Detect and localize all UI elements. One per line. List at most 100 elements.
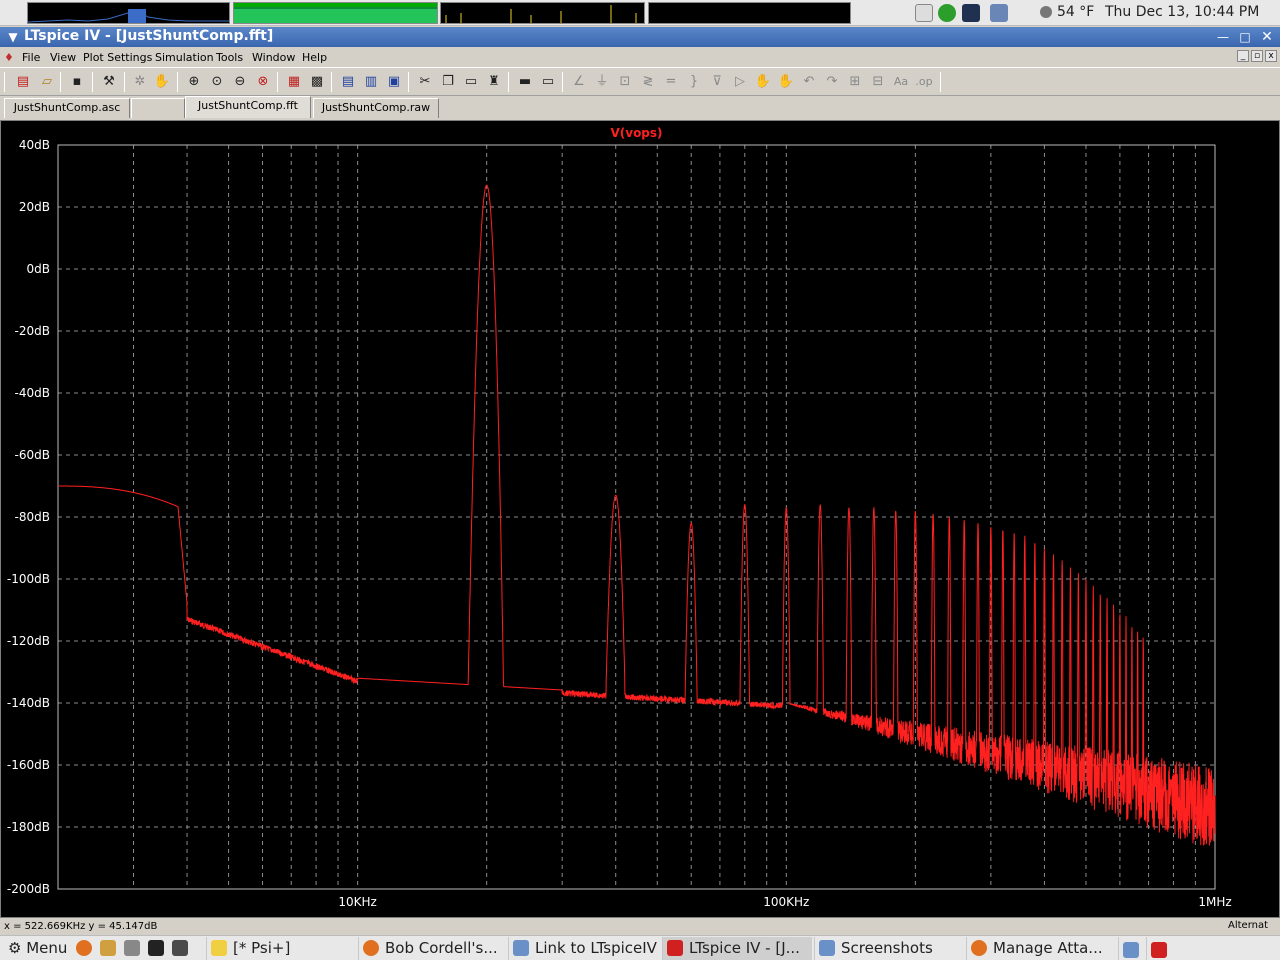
menu-view[interactable]: View: [50, 51, 76, 64]
network-icon[interactable]: [990, 4, 1008, 22]
close-icon[interactable]: ▣: [385, 73, 403, 91]
open-icon[interactable]: ▱: [38, 73, 56, 91]
app-logo-icon[interactable]: ♦: [4, 51, 14, 64]
trace-v-vops[interactable]: [58, 184, 1216, 846]
task-ltspice[interactable]: LTspice IV - [J...: [662, 937, 812, 960]
terminal-launcher[interactable]: [148, 937, 170, 960]
app-tray-icon[interactable]: [962, 4, 980, 22]
mdi-minimize-icon[interactable]: _: [1237, 50, 1249, 62]
menu-help[interactable]: Help: [302, 51, 327, 64]
toolbar-separator: [124, 72, 125, 92]
zoom-fit-icon[interactable]: ⊗: [254, 73, 272, 91]
grid-icon[interactable]: ▩: [308, 73, 326, 91]
cpu-monitor-graph: [27, 2, 230, 24]
mdi-close-icon[interactable]: x: [1265, 50, 1277, 62]
tab-blank[interactable]: [131, 98, 185, 118]
tray-folder[interactable]: [1118, 937, 1144, 960]
settings-launcher[interactable]: [124, 937, 146, 960]
tab-raw[interactable]: JustShuntComp.raw: [313, 98, 439, 118]
clock[interactable]: Thu Dec 13, 10:44 PM: [1105, 4, 1259, 20]
waveform-plot-pane[interactable]: 40dB 20dB 0dB -20dB -40dB -60dB -80dB -100dB -12…: [0, 120, 1280, 918]
y-tick-label: -200dB: [7, 882, 50, 896]
wire-icon[interactable]: ∠: [570, 73, 588, 91]
y-tick-label: 20dB: [19, 200, 50, 214]
save-icon[interactable]: ▪: [68, 73, 86, 91]
spice-directive-icon[interactable]: .op: [915, 73, 933, 91]
zoom-area-icon[interactable]: ⊕: [185, 73, 203, 91]
new-schematic-icon[interactable]: ▤: [14, 73, 32, 91]
menu-tools[interactable]: Tools: [216, 51, 243, 64]
maximize-icon[interactable]: □: [1236, 28, 1254, 46]
tab-fft[interactable]: JustShuntComp.fft: [185, 96, 311, 118]
mdi-restore-icon[interactable]: ▫: [1251, 50, 1263, 62]
capacitor-icon[interactable]: =: [662, 73, 680, 91]
menu-plot-settings[interactable]: Plot Settings: [83, 51, 152, 64]
rotate-icon[interactable]: ⊞: [846, 73, 864, 91]
move-icon[interactable]: ✋: [754, 73, 772, 91]
inductor-icon[interactable]: }: [685, 73, 703, 91]
gear-icon: ⚙: [8, 939, 22, 957]
autorange-icon[interactable]: ▦: [285, 73, 303, 91]
cut-icon[interactable]: ✂: [416, 73, 434, 91]
tab-asc[interactable]: JustShuntComp.asc: [4, 98, 130, 118]
halt-icon[interactable]: ✋: [153, 73, 171, 91]
task-screenshots[interactable]: Screenshots: [814, 937, 964, 960]
settings-icon: [124, 940, 140, 956]
resistor-icon[interactable]: ≷: [639, 73, 657, 91]
calculator-launcher[interactable]: [172, 937, 196, 960]
close-window-icon[interactable]: ✕: [1258, 28, 1276, 46]
component-icon[interactable]: ▷: [731, 73, 749, 91]
y-tick-label: -60dB: [15, 448, 50, 462]
ltspice-icon: [1151, 942, 1167, 958]
firefox-launcher[interactable]: [76, 937, 98, 960]
cascade-icon[interactable]: ▥: [362, 73, 380, 91]
start-menu-button[interactable]: ⚙ Menu: [4, 937, 74, 960]
menu-file[interactable]: File: [22, 51, 40, 64]
task-psi[interactable]: [* Psi+]: [206, 937, 356, 960]
status-bar: x = 522.669KHz y = 45.147dB Alternat: [0, 918, 1280, 935]
print-icon[interactable]: ▬: [516, 73, 534, 91]
toolbar-separator: [562, 72, 563, 92]
tile-icon[interactable]: ▤: [339, 73, 357, 91]
zoom-in-icon[interactable]: ⊙: [208, 73, 226, 91]
text-icon[interactable]: Aa: [892, 73, 910, 91]
shield-check-icon[interactable]: [938, 4, 956, 22]
undo-icon[interactable]: ↶: [800, 73, 818, 91]
weather-text[interactable]: 54 °F: [1057, 4, 1094, 20]
label-icon[interactable]: ⊡: [616, 73, 634, 91]
toolbar-separator: [508, 72, 509, 92]
task-manage-attachments[interactable]: Manage Atta...: [966, 937, 1114, 960]
toolbar-separator: [408, 72, 409, 92]
redo-icon[interactable]: ↷: [823, 73, 841, 91]
window-title: LTspice IV - [JustShuntComp.fft]: [24, 28, 274, 44]
drag-icon[interactable]: ✋: [777, 73, 795, 91]
editor-launcher[interactable]: [100, 937, 122, 960]
print-setup-icon[interactable]: ▭: [539, 73, 557, 91]
task-bob-cordell[interactable]: Bob Cordell's...: [358, 937, 506, 960]
y-tick-label: -180dB: [7, 820, 50, 834]
x-tick-label: 100KHz: [763, 895, 809, 909]
window-menu-icon[interactable]: ▼: [4, 28, 22, 46]
window-titlebar[interactable]: ▼ LTspice IV - [JustShuntComp.fft] — □ ✕: [0, 27, 1280, 47]
run-icon[interactable]: ✲: [131, 73, 149, 91]
menu-simulation[interactable]: Simulation: [155, 51, 214, 64]
ground-icon[interactable]: ⏚: [593, 73, 611, 91]
menu-label: Menu: [26, 939, 68, 957]
copy-icon[interactable]: ❐: [439, 73, 457, 91]
menu-window[interactable]: Window: [252, 51, 295, 64]
task-label: Manage Atta...: [993, 939, 1103, 957]
mirror-icon[interactable]: ⊟: [869, 73, 887, 91]
toolbar-grip: [4, 72, 5, 92]
zoom-back-icon[interactable]: ⊖: [231, 73, 249, 91]
pidgin-icon[interactable]: [915, 4, 933, 22]
find-icon[interactable]: ♜: [485, 73, 503, 91]
paste-icon[interactable]: ▭: [462, 73, 480, 91]
fft-plot[interactable]: 40dB 20dB 0dB -20dB -40dB -60dB -80dB -100dB -12…: [1, 121, 1279, 917]
control-panel-icon[interactable]: ⚒: [100, 73, 118, 91]
diode-icon[interactable]: ⊽: [708, 73, 726, 91]
tray-ltspice[interactable]: [1146, 937, 1174, 960]
star-icon: [211, 940, 227, 956]
trace-label[interactable]: V(vops): [610, 126, 662, 140]
minimize-icon[interactable]: —: [1214, 28, 1232, 46]
task-link-ltspice[interactable]: Link to LTspiceIV: [508, 937, 660, 960]
